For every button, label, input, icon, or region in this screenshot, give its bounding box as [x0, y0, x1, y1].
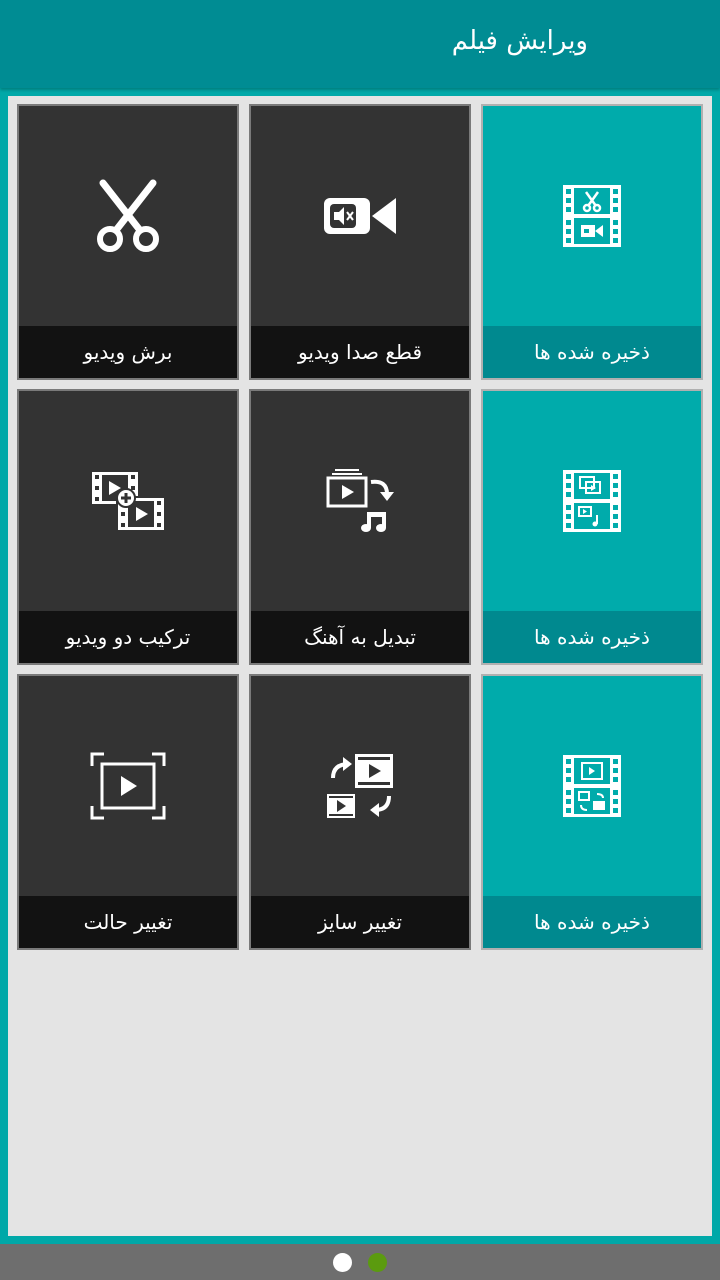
tile-label: برش ویدیو — [19, 326, 237, 378]
tile-label: قطع صدا ویدیو — [251, 326, 469, 378]
page-indicator-bar — [0, 1244, 720, 1280]
resize-video-tile[interactable]: تغییر سایز — [249, 674, 471, 950]
page-dot-2-active[interactable] — [368, 1253, 387, 1272]
tile-label: ذخیره شده ها — [483, 611, 701, 663]
page-dot-1[interactable] — [333, 1253, 352, 1272]
tile-label: ذخیره شده ها — [483, 326, 701, 378]
change-mode-icon — [90, 752, 166, 820]
saved-cut-videos-tile[interactable]: ذخیره شده ها — [481, 104, 703, 380]
saved-resize-tile[interactable]: ذخیره شده ها — [481, 674, 703, 950]
mute-video-tile[interactable]: قطع صدا ویدیو — [249, 104, 471, 380]
tile-label: ترکیب دو ویدیو — [19, 611, 237, 663]
muted-video-camera-icon — [324, 198, 396, 234]
convert-to-music-tile[interactable]: تبدیل به آهنگ — [249, 389, 471, 665]
tile-label: ذخیره شده ها — [483, 896, 701, 948]
saved-resize-film-icon — [563, 755, 621, 817]
resize-video-icon — [327, 754, 393, 818]
tile-label: تبدیل به آهنگ — [251, 611, 469, 663]
merge-videos-tile[interactable]: ترکیب دو ویدیو — [17, 389, 239, 665]
tile-label: تغییر سایز — [251, 896, 469, 948]
saved-cut-film-icon — [563, 185, 621, 247]
saved-audio-film-icon — [563, 470, 621, 532]
app-bar: ویرایش فیلم — [0, 0, 720, 88]
merge-videos-icon — [92, 472, 164, 530]
cut-video-tile[interactable]: برش ویدیو — [17, 104, 239, 380]
saved-audio-tile[interactable]: ذخیره شده ها — [481, 389, 703, 665]
tile-label: تغییر حالت — [19, 896, 237, 948]
change-mode-tile[interactable]: تغییر حالت — [17, 674, 239, 950]
page-title: ویرایش فیلم — [451, 26, 588, 56]
feature-grid: ذخیره شده ها قطع صدا ویدیو برش ویدیو ذخی… — [8, 96, 712, 1236]
scissors-icon — [97, 179, 159, 252]
video-to-music-icon — [326, 469, 394, 532]
